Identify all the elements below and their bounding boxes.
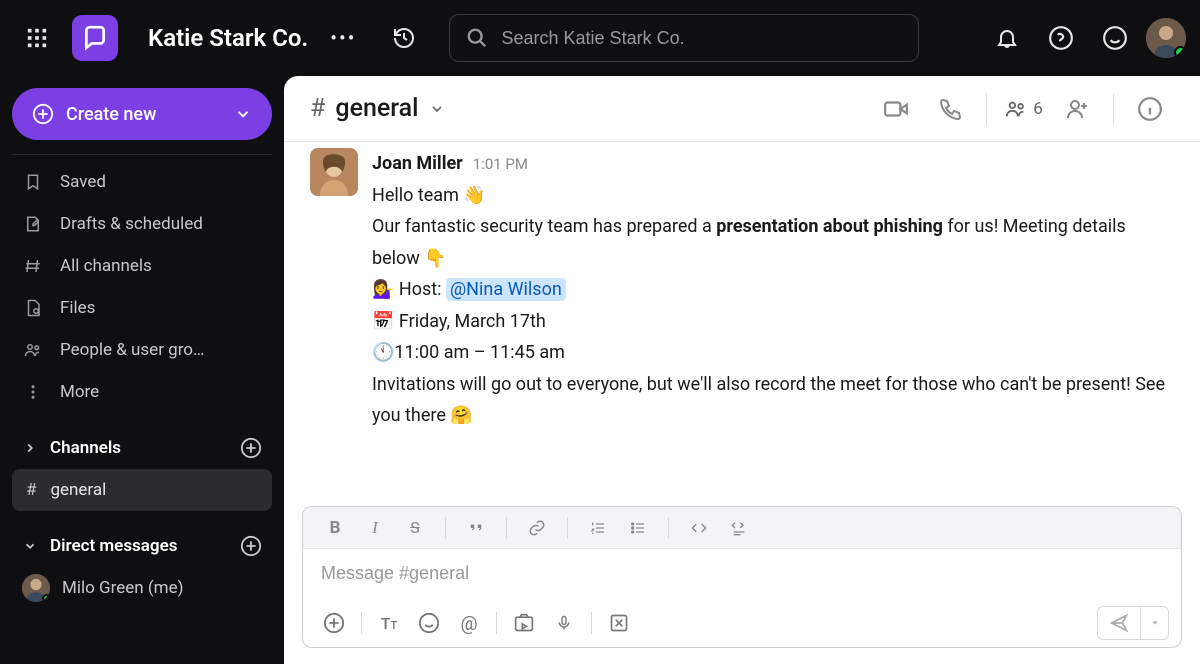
channel-info-button[interactable]: [1126, 87, 1174, 131]
search-input[interactable]: [502, 28, 902, 49]
format-toolbar: B I S: [303, 507, 1181, 549]
search-icon: [466, 27, 488, 49]
drafts-icon: [22, 215, 44, 233]
files-icon: [22, 299, 44, 317]
message-line: 💁‍♀️ Host: @Nina Wilson: [372, 274, 1174, 306]
hash-icon: #: [310, 94, 325, 123]
code-button[interactable]: [681, 513, 717, 543]
chevron-down-icon: [234, 105, 252, 123]
nav-files[interactable]: Files: [12, 287, 272, 329]
composer: B I S: [302, 506, 1182, 648]
create-new-label: Create new: [66, 104, 156, 125]
unordered-list-button[interactable]: [620, 513, 656, 543]
ordered-list-button[interactable]: [580, 513, 616, 543]
quote-button[interactable]: [458, 513, 494, 543]
add-channel-button[interactable]: [240, 437, 262, 459]
app-logo[interactable]: [72, 15, 118, 61]
apps-grid-button[interactable]: [14, 15, 60, 61]
presence-indicator: [1174, 46, 1186, 58]
message-line: Hello team 👋: [372, 180, 1174, 212]
bold-button[interactable]: B: [317, 513, 353, 543]
members-button[interactable]: 6: [999, 87, 1047, 131]
message-input[interactable]: [321, 563, 1163, 584]
nav-saved[interactable]: Saved: [12, 161, 272, 203]
topbar: Katie Stark Co. •••: [0, 0, 1200, 76]
channel-header: # general 6: [284, 76, 1200, 142]
all-channels-icon: [22, 257, 44, 275]
message-line: Our fantastic security team has prepared…: [372, 211, 1174, 274]
hug-emoji: 🤗: [450, 405, 472, 426]
nav-drafts[interactable]: Drafts & scheduled: [12, 203, 272, 245]
chevron-down-icon: [429, 101, 445, 117]
emoji-picker-button[interactable]: [410, 606, 448, 640]
link-button[interactable]: [519, 513, 555, 543]
chevron-down-icon: [22, 539, 38, 553]
user-mention[interactable]: @Nina Wilson: [446, 278, 566, 301]
channel-name-dropdown[interactable]: # general: [310, 94, 445, 123]
message-avatar[interactable]: [310, 148, 358, 196]
nav-people[interactable]: People & user gro…: [12, 329, 272, 371]
message-author[interactable]: Joan Miller: [372, 148, 463, 180]
audio-record-button[interactable]: [545, 606, 583, 640]
sidebar: Create new Saved Drafts & scheduled All …: [0, 76, 284, 664]
workspace-name[interactable]: Katie Stark Co.: [148, 24, 308, 52]
shortcuts-button[interactable]: [600, 606, 638, 640]
bookmark-icon: [22, 173, 44, 191]
message-line: 📅17 Friday, March 17th: [372, 306, 1174, 338]
mention-button[interactable]: @: [450, 606, 488, 640]
people-icon: [22, 341, 44, 359]
workspace-more-button[interactable]: •••: [322, 26, 364, 50]
composer-actions: TT @: [303, 599, 1181, 647]
video-call-button[interactable]: [872, 87, 920, 131]
user-avatar[interactable]: [1146, 18, 1186, 58]
dm-section-header[interactable]: Direct messages: [12, 525, 272, 567]
send-options-button[interactable]: [1140, 607, 1168, 639]
nav-more[interactable]: More: [12, 371, 272, 413]
history-button[interactable]: [381, 15, 427, 61]
create-new-button[interactable]: Create new: [12, 88, 272, 140]
clock-emoji: 🕚: [372, 342, 394, 363]
more-icon: [22, 383, 44, 401]
message-line: 🕚11:00 am – 11:45 am: [372, 337, 1174, 369]
hash-icon: #: [26, 480, 36, 500]
attach-button[interactable]: [315, 606, 353, 640]
message: Joan Miller 1:01 PM Hello team 👋 Our fan…: [310, 148, 1174, 432]
italic-button[interactable]: I: [357, 513, 393, 543]
message-list: Joan Miller 1:01 PM Hello team 👋 Our fan…: [284, 142, 1200, 506]
dm-avatar: [22, 574, 50, 602]
audio-call-button[interactable]: [926, 87, 974, 131]
codeblock-button[interactable]: [721, 513, 757, 543]
message-line: Invitations will go out to everyone, but…: [372, 369, 1174, 432]
strikethrough-button[interactable]: S: [397, 513, 433, 543]
notifications-button[interactable]: [984, 15, 1030, 61]
send-button[interactable]: [1098, 607, 1140, 639]
help-button[interactable]: [1038, 15, 1084, 61]
nav-all-channels[interactable]: All channels: [12, 245, 272, 287]
search-box[interactable]: [449, 14, 919, 62]
plus-circle-icon: [32, 103, 54, 125]
content-panel: # general 6: [284, 76, 1200, 664]
add-dm-button[interactable]: [240, 535, 262, 557]
message-time: 1:01 PM: [473, 151, 528, 177]
add-member-button[interactable]: [1053, 87, 1101, 131]
wave-emoji: 👋: [463, 185, 485, 206]
point-down-emoji: 👇: [424, 248, 446, 269]
channel-general[interactable]: # general: [12, 469, 272, 511]
dm-milo-green[interactable]: Milo Green (me): [12, 567, 272, 609]
chevron-right-icon: [22, 441, 38, 455]
host-emoji: 💁‍♀️: [372, 279, 394, 300]
channels-section-header[interactable]: Channels: [12, 427, 272, 469]
video-record-button[interactable]: [505, 606, 543, 640]
people-icon: [1003, 98, 1029, 120]
text-format-button[interactable]: TT: [370, 606, 408, 640]
emoji-button[interactable]: [1092, 15, 1138, 61]
